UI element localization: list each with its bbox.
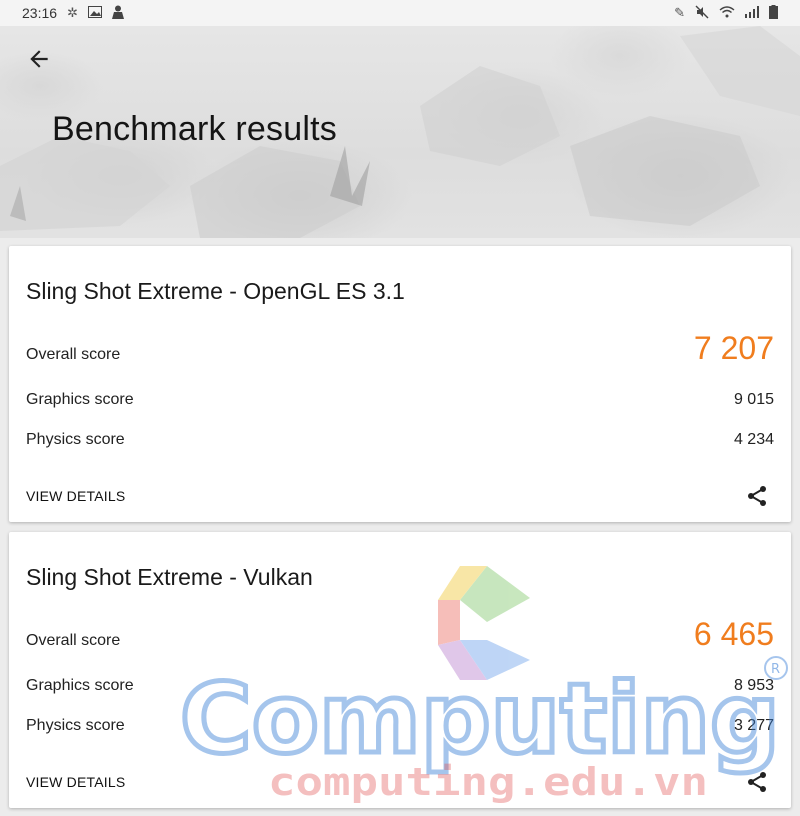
overall-score-value: 6 465: [693, 616, 774, 652]
mute-icon: [695, 5, 709, 22]
status-time: 23:16: [22, 5, 58, 21]
graphics-score-value: 8 953: [733, 677, 774, 694]
physics-score-label: Physics score: [26, 717, 125, 734]
physics-score-value: 3 277: [733, 717, 774, 734]
wifi-icon: [719, 5, 735, 21]
graphics-score-value: 9 015: [733, 391, 774, 408]
result-card-opengl: Sling Shot Extreme - OpenGL ES 3.1 Overa…: [9, 246, 791, 522]
overall-score-label: Overall score: [26, 346, 121, 363]
settings-icon: ✲: [67, 5, 78, 20]
result-card-title: Sling Shot Extreme - OpenGL ES 3.1: [26, 278, 405, 304]
arrow-left-icon[interactable]: [26, 46, 52, 72]
overall-score-value: 7 207: [693, 330, 774, 366]
status-bar: 23:16 ✲ ✎: [0, 0, 800, 26]
status-bar-left: 23:16 ✲: [22, 5, 124, 22]
person-icon: [111, 5, 124, 22]
signal-icon: [745, 5, 759, 21]
image-icon: [87, 5, 102, 21]
pen-icon: ✎: [674, 5, 685, 20]
graphics-score-label: Graphics score: [26, 391, 134, 408]
overall-score-label: Overall score: [26, 632, 121, 649]
battery-icon: [769, 4, 778, 22]
share-icon[interactable]: [745, 770, 769, 794]
header-banner: Benchmark results: [0, 26, 800, 238]
page-title: Benchmark results: [52, 110, 337, 148]
physics-score-label: Physics score: [26, 431, 125, 448]
result-card-vulkan: Sling Shot Extreme - Vulkan Overall scor…: [9, 532, 791, 808]
view-details-button[interactable]: VIEW DETAILS: [26, 488, 125, 504]
view-details-button[interactable]: VIEW DETAILS: [26, 774, 125, 790]
share-icon[interactable]: [745, 484, 769, 508]
physics-score-value: 4 234: [733, 431, 774, 448]
status-bar-right: ✎: [674, 4, 778, 22]
result-card-title: Sling Shot Extreme - Vulkan: [26, 564, 313, 590]
graphics-score-label: Graphics score: [26, 677, 134, 694]
